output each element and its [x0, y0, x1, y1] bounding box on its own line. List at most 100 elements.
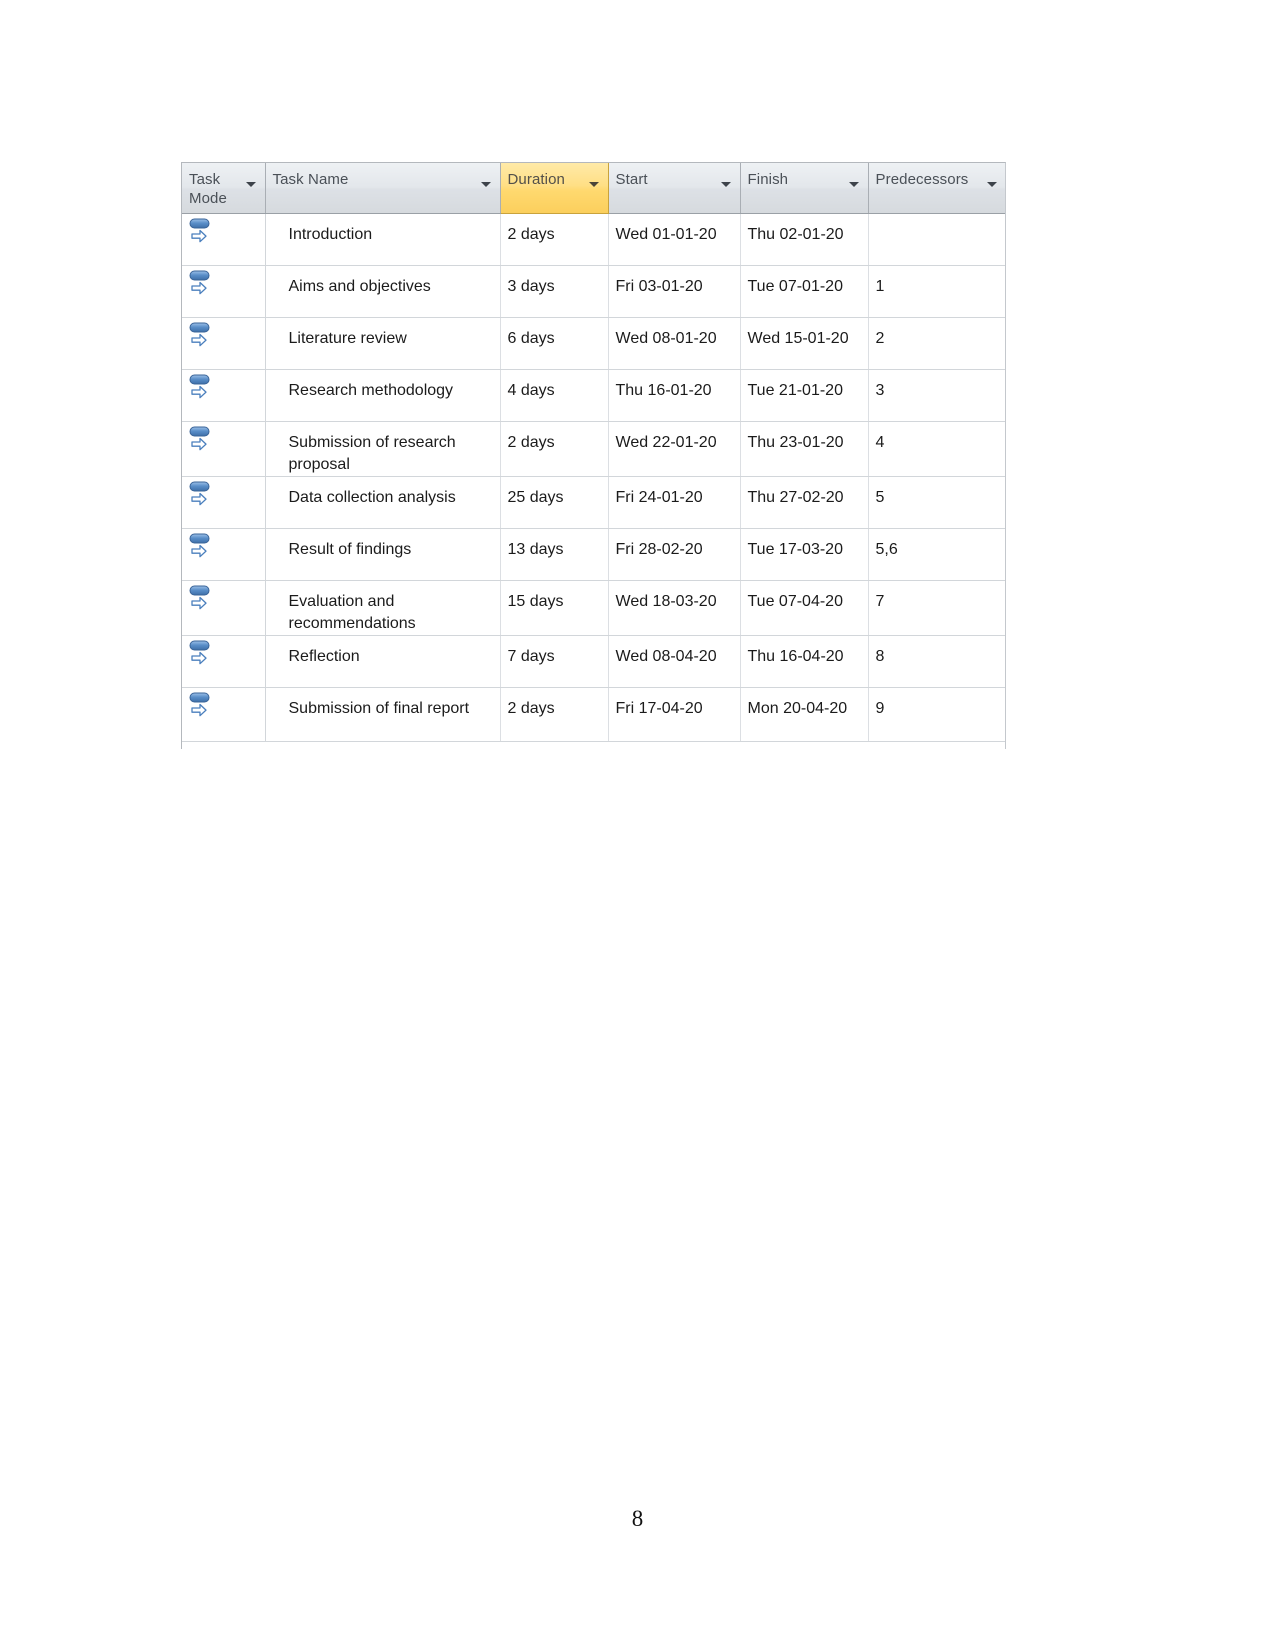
cell-predecessors[interactable]: 4	[868, 421, 1005, 477]
cell-start[interactable]: Fri 28-02-20	[608, 528, 741, 581]
column-header-task-name[interactable]: Task Name	[265, 163, 501, 214]
table-row[interactable]: Introduction 2 days Wed 01-01-20 Thu 02-01-…	[182, 213, 1006, 266]
table-row[interactable]: Submission of research proposal 2 days Wed…	[182, 421, 1005, 477]
cell-duration[interactable]: 2 days	[500, 687, 609, 742]
column-header-finish[interactable]: Finish	[740, 163, 869, 214]
cell-task-name[interactable]: Result of findings	[265, 528, 501, 581]
cell-task-mode[interactable]	[182, 476, 266, 529]
cell-predecessors[interactable]: 7	[868, 580, 1005, 636]
cell-duration[interactable]: 13 days	[500, 528, 609, 581]
cell-text-start: Fri 24-01-20	[615, 489, 703, 506]
cell-text-task-name: Submission of final report	[288, 700, 470, 717]
column-header-label-task-name: Task Name	[272, 171, 349, 188]
cell-task-name[interactable]: Data collection analysis	[265, 476, 501, 529]
cell-start[interactable]: Wed 18-03-20	[608, 580, 741, 636]
cell-finish[interactable]: Thu 27-02-20	[740, 476, 869, 529]
cell-task-name[interactable]: Literature review	[265, 317, 501, 370]
cell-predecessors[interactable]: 1	[868, 265, 1005, 318]
cell-task-name[interactable]: Reflection	[265, 635, 501, 688]
table-row[interactable]: Literature review 6 days Wed 08-01-20 Wed 1…	[182, 317, 1005, 370]
cell-finish[interactable]: Tue 21-01-20	[740, 369, 869, 422]
cell-duration[interactable]: 2 days	[500, 421, 609, 477]
cell-duration[interactable]: 3 days	[500, 265, 609, 318]
cell-task-name[interactable]: Research methodology	[265, 369, 501, 422]
cell-predecessors[interactable]: 2	[868, 317, 1005, 370]
cell-finish[interactable]: Tue 07-01-20	[740, 265, 869, 318]
cell-predecessors[interactable]: 5	[868, 476, 1005, 529]
cell-task-name[interactable]: Evaluation and recommendations	[265, 580, 501, 636]
table-row[interactable]: Data collection analysis 25 days Fri 24-01…	[182, 476, 1005, 529]
cell-start[interactable]: Wed 01-01-20	[608, 213, 741, 266]
cell-text-task-name: Data collection analysis	[288, 489, 456, 506]
cell-task-mode[interactable]	[182, 317, 266, 370]
page-number: 8	[631, 1506, 644, 1531]
cell-duration[interactable]: 25 days	[500, 476, 609, 529]
table-row[interactable]: Evaluation and recommendations 15 days Wed…	[182, 580, 1005, 636]
cell-text-finish: Tue 07-01-20	[747, 278, 843, 295]
cell-task-name[interactable]: Aims and objectives	[265, 265, 501, 318]
cell-predecessors[interactable]: 9	[868, 687, 1005, 742]
table-row[interactable]: Reflection 7 days Wed 08-04-20 Thu 16-04-20…	[182, 635, 1005, 688]
cell-task-mode[interactable]	[182, 213, 266, 266]
cell-finish[interactable]: Tue 17-03-20	[740, 528, 869, 581]
cell-duration[interactable]: 15 days	[500, 580, 609, 636]
cell-duration[interactable]: 6 days	[500, 317, 609, 370]
cell-text-duration: 4 days	[507, 382, 555, 399]
cell-task-mode[interactable]	[182, 687, 266, 742]
table-row[interactable]: Aims and objectives 3 days Fri 03-01-20 Tue…	[182, 265, 1005, 318]
cell-task-name[interactable]: Introduction	[265, 213, 501, 266]
cell-start[interactable]: Thu 16-01-20	[608, 369, 741, 422]
auto-scheduled-icon	[182, 639, 265, 669]
cell-predecessors[interactable]	[868, 213, 1006, 266]
table-row[interactable]: Result of findings 13 days Fri 28-02-20 Tue…	[182, 528, 1005, 581]
filter-arrow-icon-predecessors[interactable]	[986, 182, 997, 187]
cell-task-name[interactable]: Submission of research proposal	[265, 421, 501, 477]
cell-start[interactable]: Fri 24-01-20	[608, 476, 741, 529]
cell-text-predecessors: 5	[875, 489, 885, 506]
cell-finish[interactable]: Mon 20-04-20	[740, 687, 869, 742]
cell-text-start: Fri 28-02-20	[615, 541, 703, 558]
cell-start[interactable]: Fri 17-04-20	[608, 687, 741, 742]
cell-start[interactable]: Wed 08-01-20	[608, 317, 741, 370]
cell-task-mode[interactable]	[182, 369, 266, 422]
table-row[interactable]: Submission of final report 2 days Fri 17-0…	[182, 687, 1005, 742]
column-header-predecessors[interactable]: Predecessors	[868, 163, 1005, 214]
cell-task-mode[interactable]	[182, 528, 266, 581]
cell-text-task-name: Introduction	[288, 226, 373, 243]
filter-arrow-icon-duration[interactable]	[588, 182, 599, 187]
cell-predecessors[interactable]: 3	[868, 369, 1005, 422]
filter-arrow-icon-finish[interactable]	[848, 182, 859, 187]
cell-text-task-name: Evaluation and recommendations	[288, 593, 416, 632]
cell-text-start: Wed 08-01-20	[615, 330, 717, 347]
cell-predecessors[interactable]: 8	[868, 635, 1005, 688]
cell-text-duration: 3 days	[507, 278, 555, 295]
cell-duration[interactable]: 7 days	[500, 635, 609, 688]
cell-finish[interactable]: Thu 02-01-20	[740, 213, 869, 266]
cell-task-mode[interactable]	[182, 265, 266, 318]
cell-text-predecessors	[869, 214, 1006, 224]
cell-task-mode[interactable]	[182, 635, 266, 688]
cell-task-mode[interactable]	[182, 421, 266, 477]
filter-arrow-icon-start[interactable]	[720, 182, 731, 187]
project-task-table[interactable]: Task Mode Task Name Duration Start Finis…	[181, 162, 1006, 749]
filter-arrow-icon-task-name[interactable]	[480, 182, 491, 187]
column-header-duration[interactable]: Duration	[499, 163, 609, 214]
cell-start[interactable]: Wed 08-04-20	[608, 635, 741, 688]
table-row[interactable]: Research methodology 4 days Thu 16-01-20 Tu…	[182, 369, 1005, 422]
table-header: Task Mode Task Name Duration Start Finis…	[182, 163, 1005, 214]
column-header-task-mode[interactable]: Task Mode	[182, 163, 266, 214]
cell-duration[interactable]: 4 days	[500, 369, 609, 422]
cell-start[interactable]: Wed 22-01-20	[608, 421, 741, 477]
cell-start[interactable]: Fri 03-01-20	[608, 265, 741, 318]
cell-finish[interactable]: Thu 16-04-20	[740, 635, 869, 688]
cell-text-task-name: Submission of research proposal	[288, 434, 456, 473]
cell-predecessors[interactable]: 5,6	[868, 528, 1005, 581]
column-header-start[interactable]: Start	[608, 163, 741, 214]
filter-arrow-icon-task-mode[interactable]	[245, 182, 256, 187]
cell-duration[interactable]: 2 days	[500, 213, 609, 266]
cell-finish[interactable]: Wed 15-01-20	[740, 317, 869, 370]
cell-finish[interactable]: Tue 07-04-20	[740, 580, 869, 636]
cell-task-mode[interactable]	[182, 580, 266, 636]
cell-task-name[interactable]: Submission of final report	[265, 687, 501, 742]
cell-finish[interactable]: Thu 23-01-20	[740, 421, 869, 477]
